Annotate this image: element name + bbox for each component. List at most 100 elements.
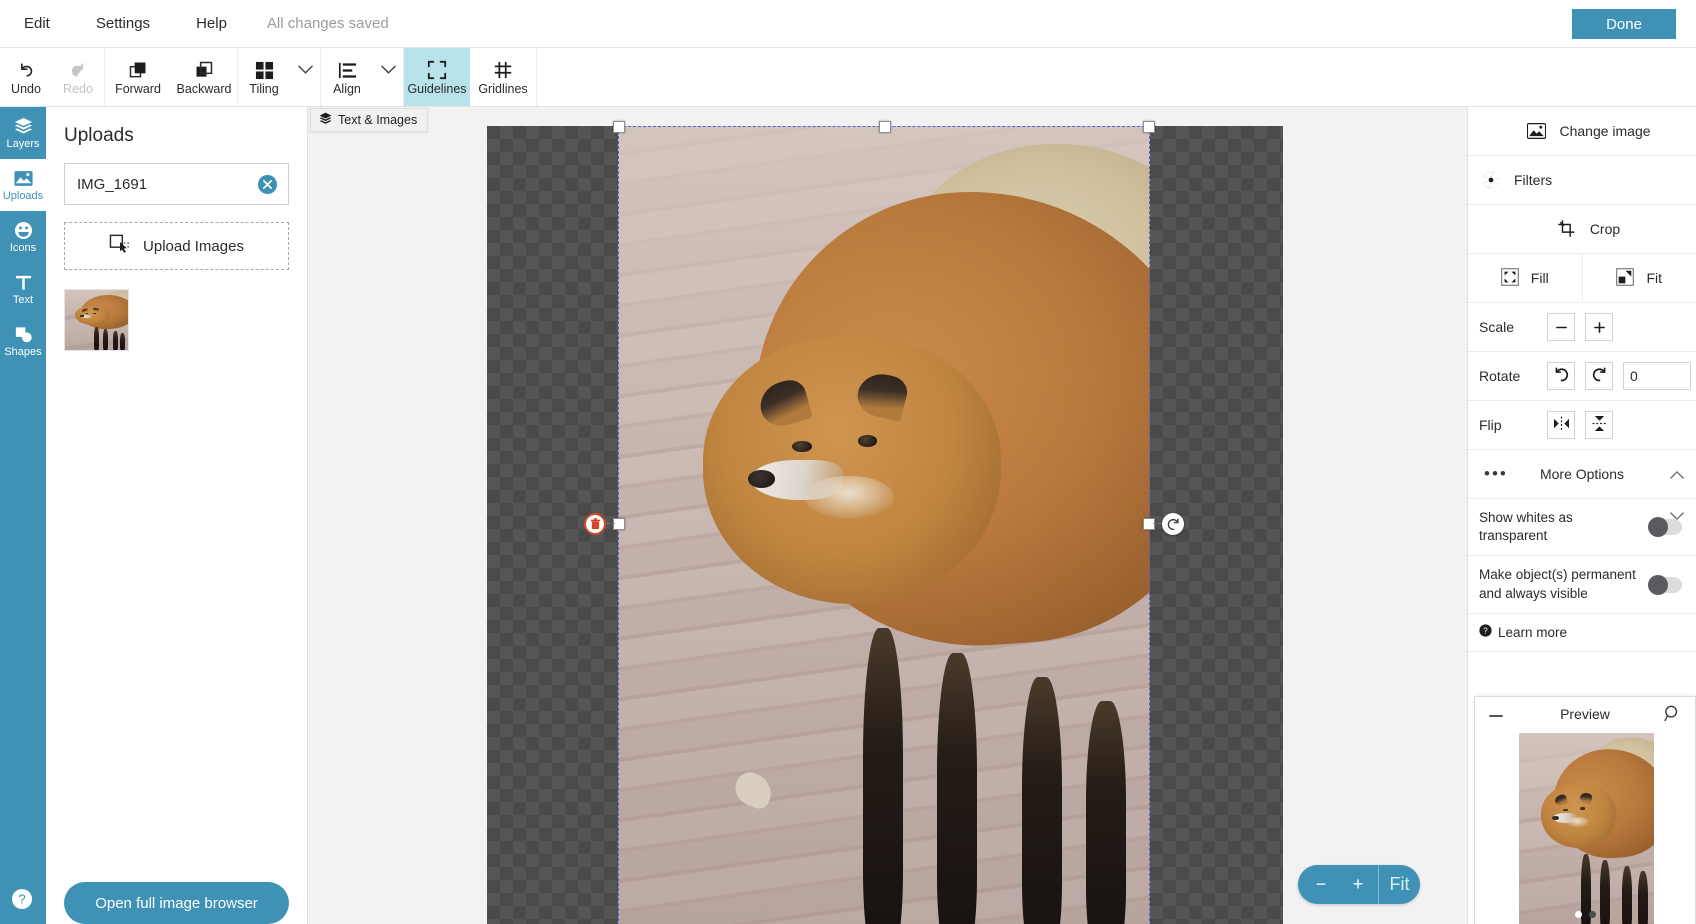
sidebar-item-icons-label: Icons	[9, 241, 37, 254]
svg-text:?: ?	[1483, 626, 1488, 636]
tiling-grid-icon	[255, 58, 274, 80]
rotate-ccw-button[interactable]	[1547, 362, 1575, 390]
redo-button[interactable]: Redo	[52, 48, 104, 106]
toggle-show-whites-as-transparent[interactable]	[1648, 517, 1682, 538]
canvas-area[interactable]: − + Fit	[308, 107, 1467, 924]
guidelines-icon	[427, 58, 447, 80]
rotate-value-input[interactable]	[1623, 362, 1691, 390]
carousel-dot-active[interactable]	[1574, 911, 1582, 918]
zoom-in-button[interactable]: +	[1338, 865, 1378, 904]
menu-settings[interactable]: Settings	[86, 10, 160, 37]
scale-row: Scale	[1468, 303, 1696, 352]
more-options-label: More Options	[1539, 466, 1625, 482]
backward-button[interactable]: Backward	[171, 48, 237, 106]
backward-label: Backward	[176, 82, 232, 97]
delete-object-button[interactable]	[584, 513, 606, 535]
guidelines-button[interactable]: Guidelines	[404, 48, 470, 106]
layers-icon	[319, 112, 332, 128]
preview-title: Preview	[1560, 706, 1610, 722]
left-sidebar: Layers Uploads Icons Text Shapes ?	[0, 107, 46, 924]
search-input[interactable]	[65, 164, 288, 204]
sidebar-item-text[interactable]: Text	[0, 263, 46, 315]
option-label: Make object(s) permanent and always visi…	[1479, 567, 1636, 601]
carousel-dot[interactable]	[1588, 911, 1596, 918]
undo-button[interactable]: Undo	[0, 48, 52, 106]
bring-forward-icon	[128, 58, 148, 80]
undo-icon	[16, 58, 36, 80]
sidebar-item-icons[interactable]: Icons	[0, 211, 46, 263]
chevron-up-icon[interactable]	[1670, 466, 1684, 482]
fill-button[interactable]: Fill	[1468, 254, 1582, 302]
scale-increase-button[interactable]	[1585, 313, 1613, 341]
change-image-button[interactable]: Change image	[1468, 107, 1696, 156]
rotate-label: Rotate	[1479, 368, 1521, 384]
upload-images-button[interactable]: Upload Images	[64, 222, 289, 270]
tooltip-label: Text & Images	[338, 113, 418, 127]
learn-more-label: Learn more	[1498, 624, 1568, 640]
align-label: Align	[333, 82, 361, 97]
tiling-dropdown-caret[interactable]	[290, 48, 320, 106]
open-full-image-browser-button[interactable]: Open full image browser	[64, 882, 289, 924]
help-question-icon[interactable]: ?	[11, 888, 33, 910]
fox-preview-art	[1519, 733, 1654, 924]
menu-help[interactable]: Help	[186, 10, 237, 37]
crop-button[interactable]: Crop	[1468, 205, 1696, 254]
smiley-icon	[14, 221, 33, 241]
sidebar-item-layers-label: Layers	[6, 137, 40, 150]
menu-edit[interactable]: Edit	[14, 10, 60, 37]
panel-title: Uploads	[64, 125, 134, 146]
delete-connector-line	[601, 523, 615, 524]
clear-circle-icon[interactable]	[257, 174, 278, 195]
artboard[interactable]	[487, 121, 1283, 924]
flip-vertical-button[interactable]	[1585, 411, 1613, 439]
flip-horizontal-button[interactable]	[1547, 411, 1575, 439]
toggle-make-objects-permanent[interactable]	[1648, 574, 1682, 595]
gridlines-button[interactable]: Gridlines	[470, 48, 536, 106]
tiling-button[interactable]: Tiling	[238, 48, 290, 106]
forward-label: Forward	[115, 82, 161, 97]
fill-fit-row: Fill Fit	[1468, 254, 1696, 303]
rotate-ccw-icon	[1554, 367, 1569, 385]
sidebar-item-uploads[interactable]: Uploads	[0, 159, 46, 211]
learn-more-link[interactable]: ? Learn more	[1468, 614, 1696, 652]
image-icon	[1513, 123, 1559, 139]
zoom-fit-button[interactable]: Fit	[1378, 865, 1420, 904]
preview-header: Preview	[1475, 697, 1695, 731]
preview-image[interactable]	[1519, 733, 1654, 924]
sidebar-item-shapes[interactable]: Shapes	[0, 315, 46, 367]
search-field-wrapper	[64, 163, 289, 205]
align-dropdown-caret[interactable]	[373, 48, 403, 106]
send-backward-icon	[194, 58, 214, 80]
fit-button[interactable]: Fit	[1581, 254, 1696, 302]
flip-row: Flip	[1468, 401, 1696, 450]
save-status-text: All changes saved	[266, 15, 389, 32]
zoom-out-button[interactable]: −	[1298, 865, 1338, 904]
toolbar-group-order: Forward Backward	[105, 48, 238, 106]
canvas-image-object[interactable]	[618, 126, 1150, 924]
rotate-cw-icon	[1592, 367, 1607, 385]
aperture-icon	[1468, 171, 1514, 189]
fit-contain-icon	[1616, 267, 1635, 289]
rotate-cw-button[interactable]	[1585, 362, 1613, 390]
ellipsis-icon: •••	[1484, 464, 1508, 483]
canvas-zoom-controls: − + Fit	[1298, 865, 1420, 904]
scale-decrease-button[interactable]	[1547, 313, 1575, 341]
magnifier-icon[interactable]	[1664, 705, 1681, 725]
preview-carousel-dots	[1475, 911, 1695, 918]
done-button[interactable]: Done	[1572, 9, 1676, 39]
rotate-handle-icon[interactable]	[1162, 513, 1184, 535]
minus-icon[interactable]	[1489, 707, 1504, 723]
upload-cursor-icon	[109, 234, 131, 258]
upload-thumbnail[interactable]	[64, 289, 129, 351]
fill-expand-icon	[1500, 267, 1519, 289]
filters-section-header[interactable]: Filters	[1468, 156, 1696, 520]
toolbar-group-tiling: Tiling	[238, 48, 321, 106]
forward-button[interactable]: Forward	[105, 48, 171, 106]
more-options-header[interactable]: ••• More Options	[1468, 450, 1696, 499]
preview-card: Preview	[1474, 696, 1696, 924]
align-button[interactable]: Align	[321, 48, 373, 106]
toolbar-group-align: Align	[321, 48, 404, 106]
crop-label: Crop	[1589, 221, 1621, 237]
scale-label: Scale	[1479, 319, 1515, 335]
sidebar-item-layers[interactable]: Layers	[0, 107, 46, 159]
